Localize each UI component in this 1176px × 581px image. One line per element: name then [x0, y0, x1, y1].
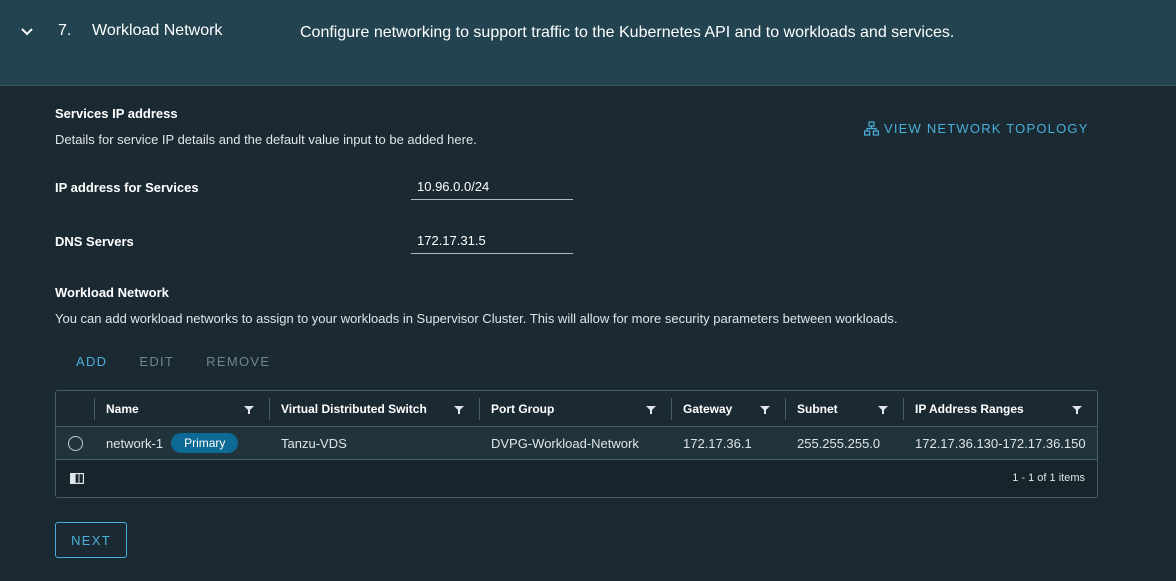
- port-group-cell: DVPG-Workload-Network: [491, 435, 639, 451]
- pagination-text: 1 - 1 of 1 items: [1012, 472, 1085, 484]
- subnet-cell: 255.255.255.0: [797, 435, 881, 451]
- grid-footer: 1 - 1 of 1 items: [56, 461, 1097, 497]
- filter-icon[interactable]: [244, 405, 254, 415]
- column-header-subnet[interactable]: Subnet: [785, 391, 903, 426]
- dns-servers-input[interactable]: [411, 228, 573, 254]
- remove-button[interactable]: REMOVE: [190, 352, 286, 372]
- edit-button[interactable]: EDIT: [123, 352, 190, 372]
- column-header-vds[interactable]: Virtual Distributed Switch: [269, 391, 479, 426]
- vds-cell: Tanzu-VDS: [281, 435, 347, 451]
- step-content: Services IP address Details for service …: [0, 87, 1176, 581]
- filter-icon[interactable]: [878, 405, 888, 415]
- grid-header: Name Virtual Distributed Switch Port Gro…: [56, 391, 1097, 427]
- primary-badge: Primary: [171, 433, 239, 453]
- dns-servers-label: DNS Servers: [55, 234, 134, 249]
- view-network-topology-label: VIEW NETWORK TOPOLOGY: [884, 121, 1089, 136]
- add-button[interactable]: ADD: [60, 352, 123, 372]
- step-description: Configure networking to support traffic …: [300, 24, 955, 41]
- column-header-port-group[interactable]: Port Group: [479, 391, 671, 426]
- select-column-header: [56, 391, 94, 426]
- filter-icon[interactable]: [454, 405, 464, 415]
- row-select-radio[interactable]: [67, 435, 83, 451]
- column-header-gateway[interactable]: Gateway: [671, 391, 785, 426]
- ip-ranges-cell: 172.17.36.130-172.17.36.150: [915, 435, 1086, 451]
- chevron-down-icon[interactable]: [18, 22, 36, 40]
- workload-network-description: You can add workload networks to assign …: [55, 311, 898, 326]
- filter-icon[interactable]: [646, 405, 656, 415]
- next-button[interactable]: NEXT: [55, 522, 127, 558]
- column-header-name[interactable]: Name: [94, 391, 269, 426]
- services-section-title: Services IP address: [55, 106, 178, 121]
- services-section-description: Details for service IP details and the d…: [55, 132, 477, 147]
- step-title: Workload Network: [92, 22, 223, 39]
- filter-icon[interactable]: [760, 405, 770, 415]
- step-number: 7.: [58, 22, 72, 39]
- ip-services-input[interactable]: [411, 174, 573, 200]
- step-header[interactable]: 7. Workload Network Configure networking…: [0, 0, 1176, 86]
- column-header-ip-ranges[interactable]: IP Address Ranges: [903, 391, 1097, 426]
- view-network-topology-link[interactable]: VIEW NETWORK TOPOLOGY: [864, 121, 1089, 136]
- workload-network-grid: Name Virtual Distributed Switch Port Gro…: [55, 390, 1098, 498]
- workload-network-title: Workload Network: [55, 285, 169, 300]
- table-row[interactable]: network-1 Primary Tanzu-VDS DVPG-Workloa…: [56, 427, 1097, 460]
- grid-actions: ADD EDIT REMOVE: [60, 352, 286, 372]
- column-toggle-icon[interactable]: [70, 473, 84, 484]
- network-name: network-1: [106, 435, 164, 451]
- filter-icon[interactable]: [1072, 405, 1082, 415]
- gateway-cell: 172.17.36.1: [683, 435, 752, 451]
- ip-services-label: IP address for Services: [55, 180, 199, 195]
- network-topology-icon: [864, 121, 879, 136]
